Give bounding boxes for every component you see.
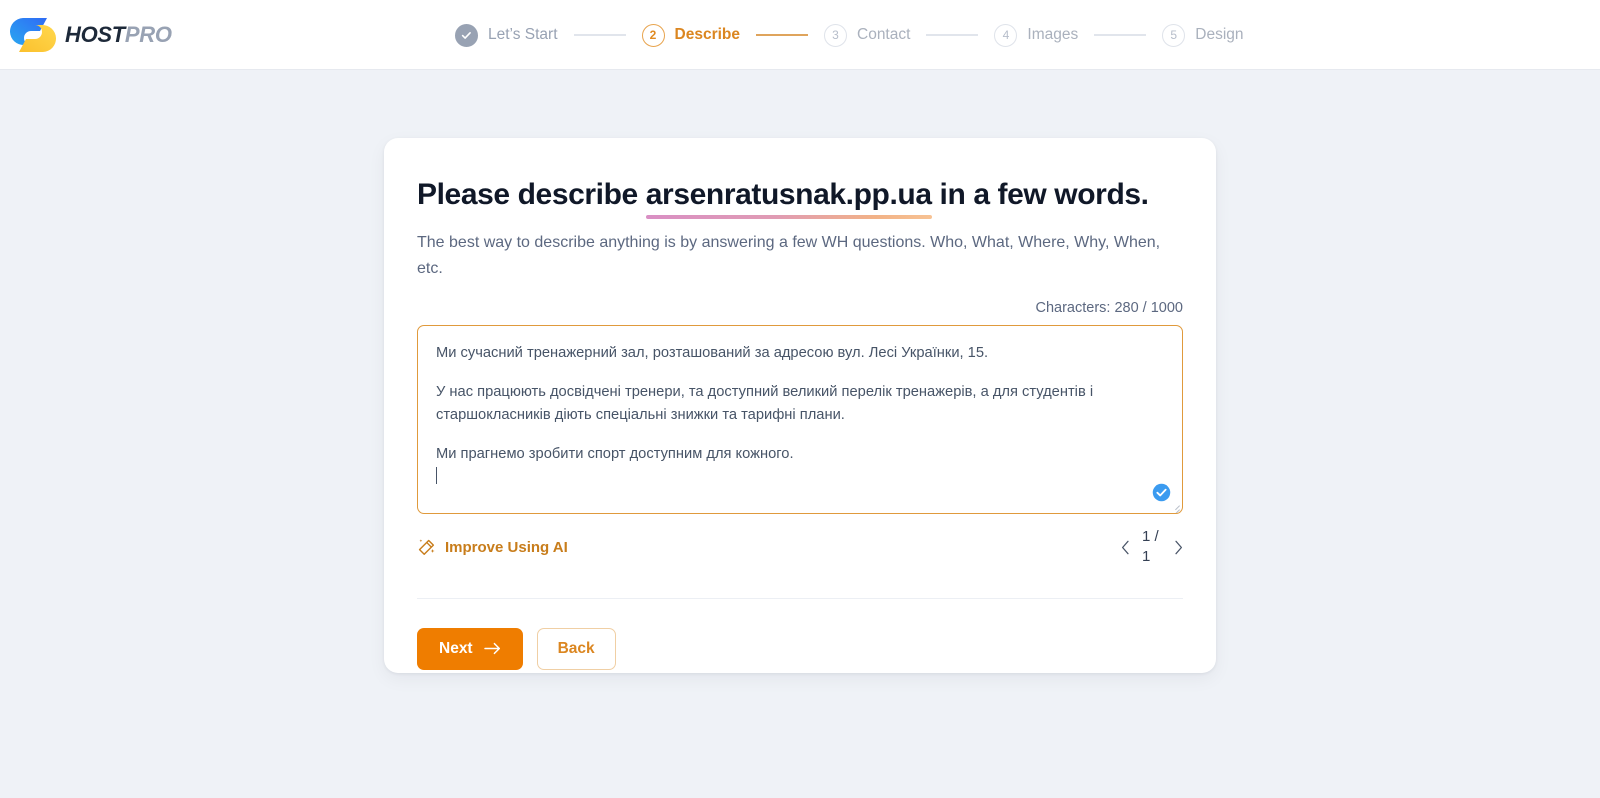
pager-total: 1	[1142, 548, 1151, 566]
magic-wand-icon	[418, 539, 435, 555]
next-button-label: Next	[439, 639, 473, 657]
improve-using-ai-button[interactable]: Improve Using AI	[417, 538, 568, 557]
progress-stepper: Let’s Start 2 Describe 3 Contact 4 Image…	[455, 0, 1244, 70]
app-header: HOSTPRO Let’s Start 2 Describe 3 Contact…	[0, 0, 1600, 70]
back-button-label: Back	[557, 639, 595, 657]
section-divider	[417, 597, 1183, 599]
step-2-bubble: 2	[641, 23, 665, 47]
chevron-left-icon[interactable]	[1121, 540, 1130, 555]
step-images[interactable]: 4 Images	[994, 23, 1079, 47]
step-connector-1	[573, 34, 626, 36]
domain-name-highlight: arsenratusnak.pp.ua	[645, 176, 932, 220]
character-counter-row: Characters: 280 / 1000	[417, 300, 1183, 316]
check-icon	[461, 31, 471, 39]
step-4-label: Images	[1027, 26, 1079, 43]
brand-logo[interactable]: HOSTPRO	[10, 12, 172, 58]
brand-wordmark: HOSTPRO	[65, 21, 172, 47]
step-4-bubble: 4	[994, 23, 1018, 47]
variant-pager: 1 /1	[1121, 527, 1183, 568]
pager-current: 1 /	[1142, 528, 1159, 546]
step-connector-3	[926, 34, 979, 36]
back-button[interactable]: Back	[536, 627, 616, 670]
step-3-label: Contact	[857, 26, 911, 43]
step-5-label: Design	[1195, 26, 1244, 43]
description-textarea[interactable]: Ми сучасний тренажерний зал, розташовани…	[417, 325, 1183, 515]
page-title-prefix: Please describe	[417, 178, 646, 211]
hostpro-logo-icon	[10, 17, 56, 52]
text-caret	[436, 467, 437, 485]
textarea-paragraph-1: Ми сучасний тренажерний зал, розташовани…	[436, 345, 989, 362]
textarea-tools-row: Improve Using AI 1 /1	[417, 527, 1183, 568]
form-actions: Next Back	[417, 627, 1183, 670]
resize-handle-icon[interactable]	[1169, 500, 1180, 514]
step-describe[interactable]: 2 Describe	[641, 23, 740, 47]
chevron-right-icon[interactable]	[1174, 540, 1183, 555]
page-title-suffix: in a few words.	[931, 178, 1149, 211]
character-counter: Characters: 280 / 1000	[1035, 300, 1183, 317]
step-1-label: Let’s Start	[488, 26, 558, 43]
page-subtitle: The best way to describe anything is by …	[417, 234, 1161, 278]
step-2-label: Describe	[674, 26, 740, 43]
describe-card: Please describe arsenratusnak.pp.ua in a…	[384, 138, 1216, 673]
step-design[interactable]: 5 Design	[1162, 23, 1244, 47]
step-1-bubble	[455, 23, 478, 47]
next-button[interactable]: Next	[417, 627, 523, 670]
step-connector-2	[756, 34, 808, 36]
textarea-paragraph-2: У нас працюють досвідчені тренери, та до…	[436, 383, 1094, 423]
step-lets-start[interactable]: Let’s Start	[455, 23, 558, 47]
brand-name-pro: PRO	[124, 21, 172, 47]
arrow-right-icon	[483, 643, 500, 655]
step-3-bubble: 3	[824, 23, 847, 47]
page-body: Please describe arsenratusnak.pp.ua in a…	[0, 70, 1600, 798]
description-textarea-wrapper: Ми сучасний тренажерний зал, розташовани…	[417, 325, 1183, 515]
brand-name-host: HOST	[65, 21, 125, 47]
improve-using-ai-label: Improve Using AI	[445, 538, 568, 556]
step-5-bubble: 5	[1162, 23, 1186, 47]
step-contact[interactable]: 3 Contact	[824, 23, 911, 47]
page-title: Please describe arsenratusnak.pp.ua in a…	[417, 176, 1183, 220]
step-connector-4	[1094, 34, 1147, 36]
pager-count: 1 /1	[1142, 527, 1162, 568]
textarea-paragraph-3: Ми прагнемо зробити спорт доступним для …	[436, 445, 794, 462]
